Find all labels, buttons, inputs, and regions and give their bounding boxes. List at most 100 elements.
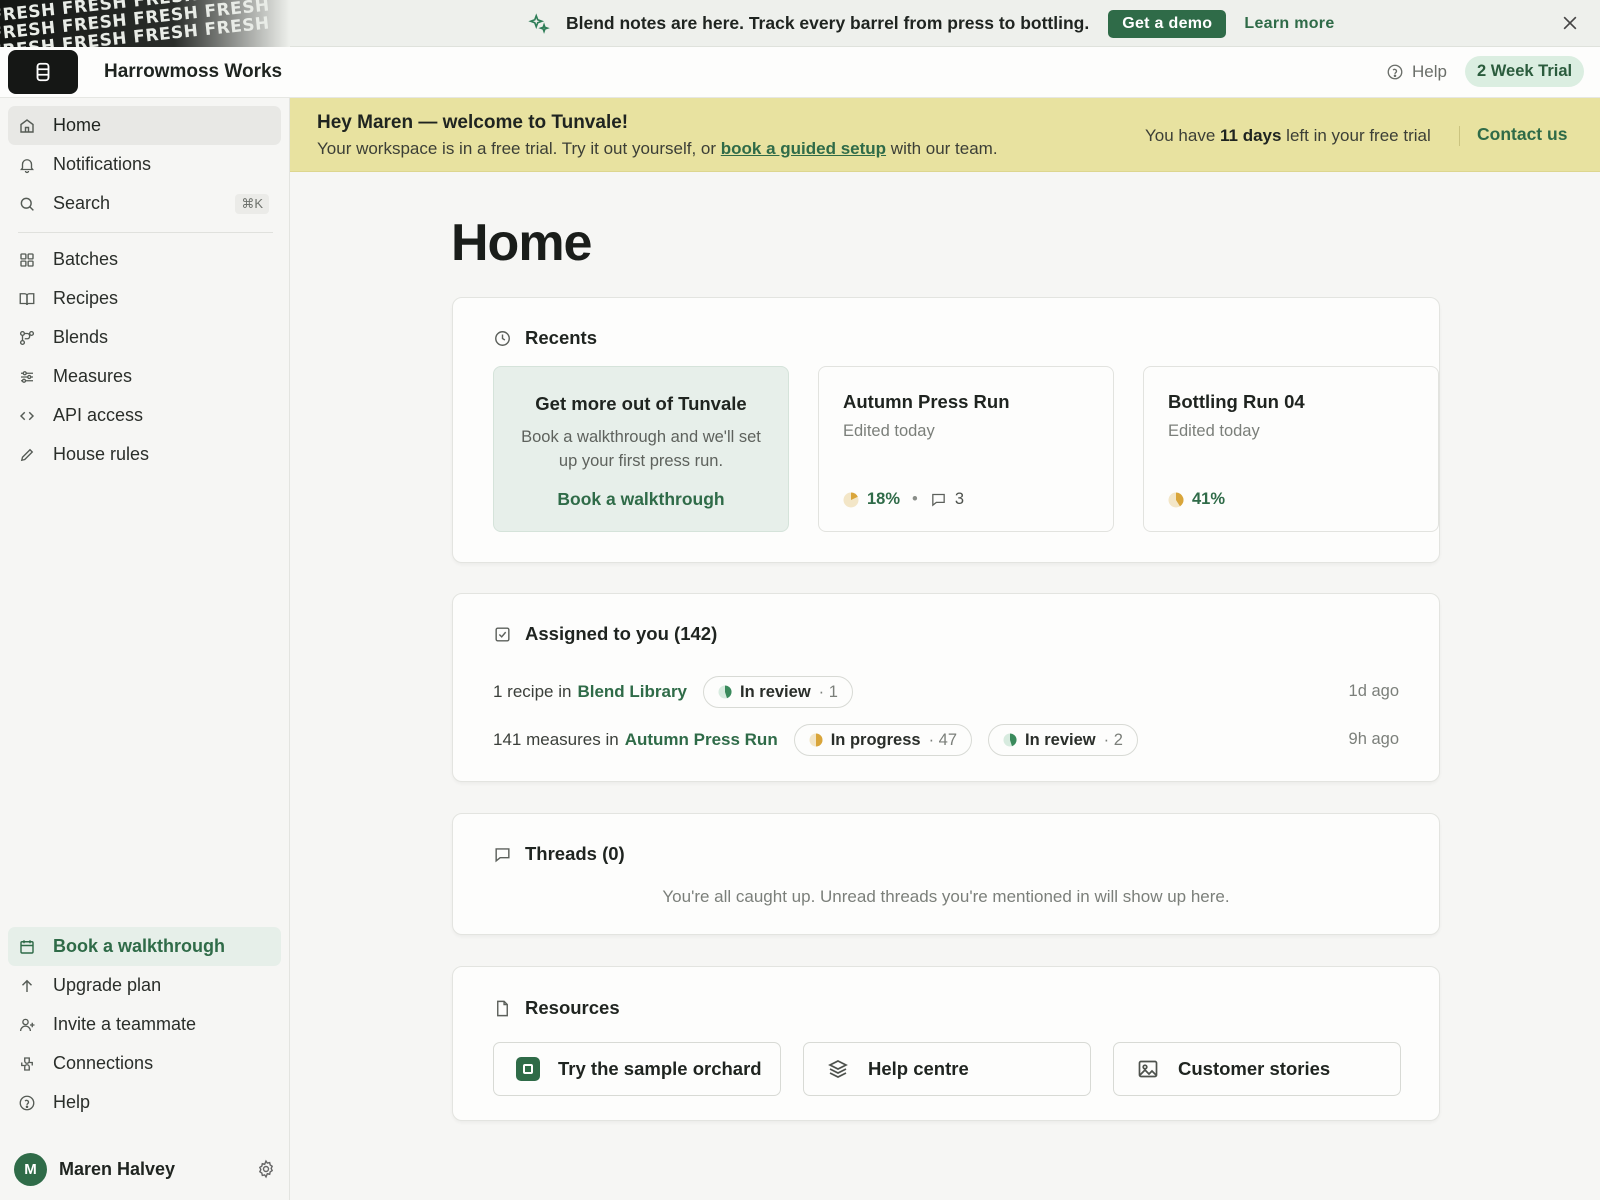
help-button[interactable]: Help	[1386, 62, 1447, 82]
close-icon[interactable]	[1560, 13, 1580, 33]
threads-title: Threads (0)	[525, 843, 625, 864]
try-sample-orchard-button[interactable]: Try the sample orchard	[493, 1042, 781, 1096]
recents-header: Recents	[493, 327, 597, 349]
sidebar-item-label: Invite a teammate	[53, 1014, 197, 1034]
divider	[1459, 126, 1460, 146]
assigned-header: Assigned to you (142)	[493, 623, 717, 645]
code-icon	[19, 411, 35, 420]
assigned-row-blend-library[interactable]: 1 recipe in Blend Library In review · 1	[493, 676, 853, 708]
sidebar-item-label: Upgrade plan	[53, 975, 162, 995]
trial-badge[interactable]: 2 Week Trial	[1465, 56, 1585, 87]
sidebar-item-label: Measures	[53, 366, 133, 386]
sidebar-item-measures[interactable]: Measures	[8, 357, 281, 396]
trial-text: You have	[1145, 126, 1220, 145]
sidebar-item-recipes[interactable]: Recipes	[8, 279, 281, 318]
sidebar-item-home[interactable]: Home	[8, 106, 281, 145]
book-icon	[19, 292, 35, 305]
top-header: Harrowmoss Works Help 2 Week Trial	[0, 47, 1600, 98]
contact-us-link[interactable]: Contact us	[1477, 124, 1567, 145]
recent-item-title: Bottling Run 04	[1168, 391, 1305, 412]
sidebar-item-upgrade-plan[interactable]: Upgrade plan	[8, 966, 281, 1005]
sidebar-item-label: Recipes	[53, 288, 119, 308]
resources-title: Resources	[525, 997, 620, 1018]
sidebar-item-label: Help	[53, 1092, 91, 1112]
connections-icon	[21, 1056, 33, 1071]
recent-item-subtitle: Edited today	[1168, 422, 1260, 440]
status-pill-in-progress[interactable]: In progress · 47	[793, 724, 973, 756]
welcome-banner: Hey Maren — welcome to Tunvale! Your wor…	[290, 98, 1600, 172]
status-pill-in-review[interactable]: In review · 2	[988, 724, 1138, 756]
sidebar-item-label: API access	[53, 405, 144, 425]
user-profile[interactable]: M Maren Halvey	[14, 1152, 276, 1186]
help-label: Help	[1412, 62, 1447, 81]
sidebar-divider	[18, 232, 273, 233]
recent-item-stats: 18% • 3	[843, 490, 964, 509]
sidebar-item-label: Batches	[53, 249, 119, 269]
progress-percent: 41%	[1192, 490, 1226, 508]
resource-label: Help centre	[868, 1058, 969, 1079]
workspace-logo[interactable]	[8, 50, 78, 94]
clock-icon	[495, 330, 510, 346]
help-circle-icon	[19, 1095, 35, 1110]
progress-percent: 18%	[867, 490, 901, 508]
sidebar-item-label: Blends	[53, 327, 109, 347]
gear-icon[interactable]	[256, 1159, 276, 1179]
announcement-bar: FRESH FRESH FRESH FRESH FRESH FRESH FRES…	[0, 0, 1600, 47]
sidebar-item-label: Search	[53, 193, 111, 213]
sidebar-item-notifications[interactable]: Notifications	[8, 145, 281, 184]
customer-stories-button[interactable]: Customer stories	[1113, 1042, 1401, 1096]
recent-item-bottling-run-04[interactable]: Bottling Run 04 Edited today 41%	[1143, 366, 1439, 532]
sidebar-item-house-rules[interactable]: House rules	[8, 435, 281, 474]
search-shortcut: ⌘K	[235, 193, 269, 214]
review-pie-icon	[1003, 733, 1017, 747]
fresh-artwork: FRESH FRESH FRESH FRESH FRESH FRESH FRES…	[0, 0, 290, 47]
sidebar-item-api-access[interactable]: API access	[8, 396, 281, 435]
recent-item-title: Autumn Press Run	[843, 391, 1010, 412]
recent-item-stats: 41%	[1168, 490, 1225, 509]
autumn-press-run-link[interactable]: Autumn Press Run	[625, 730, 778, 750]
resources-card: Resources Try the sample orchard Help ce…	[452, 966, 1440, 1121]
sidebar-item-search[interactable]: Search ⌘K	[8, 184, 281, 223]
sidebar-item-connections[interactable]: Connections	[8, 1044, 281, 1083]
status-pill-in-review[interactable]: In review · 1	[703, 676, 853, 708]
resource-label: Customer stories	[1178, 1058, 1331, 1079]
help-centre-button[interactable]: Help centre	[803, 1042, 1091, 1096]
comment-icon	[932, 493, 945, 507]
recents-title: Recents	[525, 327, 597, 348]
welcome-title: Hey Maren — welcome to Tunvale!	[317, 112, 629, 133]
user-plus-icon	[19, 1018, 35, 1031]
layers-icon	[828, 1060, 848, 1078]
guided-setup-link[interactable]: book a guided setup	[721, 139, 886, 158]
separator-dot: •	[912, 490, 918, 508]
sidebar-item-invite-teammate[interactable]: Invite a teammate	[8, 1005, 281, 1044]
learn-more-link[interactable]: Learn more	[1244, 15, 1334, 33]
timestamp: 1d ago	[1348, 682, 1399, 700]
trial-days: 11 days	[1220, 126, 1282, 145]
assigned-row-autumn-press-run[interactable]: 141 measures in Autumn Press Run In prog…	[493, 724, 1138, 756]
recents-card: Recents Get more out of Tunvale Book a w…	[452, 297, 1440, 563]
sidebar-item-help[interactable]: Help	[8, 1083, 281, 1122]
timestamp: 9h ago	[1348, 730, 1399, 748]
promo-body: Book a walkthrough and we'll set up your…	[521, 428, 761, 470]
document-icon	[497, 1000, 508, 1016]
status-label: In review	[740, 682, 811, 701]
status-count: · 47	[928, 730, 958, 749]
promo-tile[interactable]: Get more out of Tunvale Book a walkthrou…	[493, 366, 789, 532]
workspace-name[interactable]: Harrowmoss Works	[104, 61, 282, 83]
sidebar-item-book-walkthrough[interactable]: Book a walkthrough	[8, 927, 281, 966]
sidebar-item-blends[interactable]: Blends	[8, 318, 281, 357]
threads-header: Threads (0)	[493, 843, 625, 865]
sidebar-item-batches[interactable]: Batches	[8, 240, 281, 279]
blend-library-link[interactable]: Blend Library	[577, 682, 687, 702]
avatar: M	[14, 1152, 47, 1186]
threads-card: Threads (0) You're all caught up. Unread…	[452, 813, 1440, 935]
progress-pie-icon	[1168, 492, 1184, 507]
recent-item-autumn-press-run[interactable]: Autumn Press Run Edited today 18% • 3	[818, 366, 1114, 532]
comment-count: 3	[954, 490, 964, 508]
book-walkthrough-link[interactable]: Book a walkthrough	[494, 489, 788, 510]
bell-icon	[20, 158, 34, 173]
assigned-card: Assigned to you (142) 1 recipe in Blend …	[452, 593, 1440, 782]
barrel-icon	[36, 62, 50, 82]
get-demo-button[interactable]: Get a demo	[1108, 9, 1227, 38]
sidebar: Home Notifications Search ⌘K Batches Rec…	[0, 98, 290, 1200]
